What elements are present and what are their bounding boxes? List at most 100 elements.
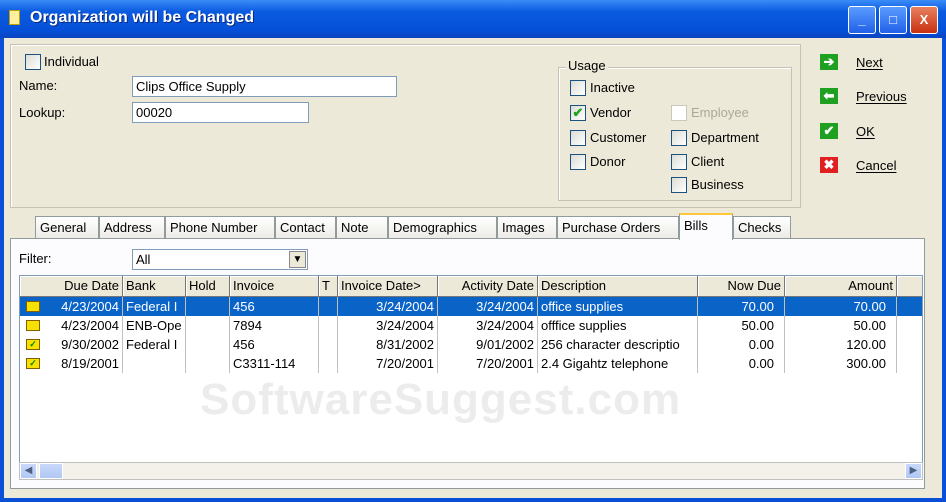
cell-amount: 70.00: [785, 297, 897, 316]
column-header-bank[interactable]: Bank: [123, 276, 186, 297]
column-header-invoice[interactable]: Invoice: [230, 276, 319, 297]
tab-address[interactable]: Address: [99, 216, 165, 238]
column-header-filler: [897, 276, 922, 297]
client-label: Client: [691, 154, 725, 169]
previous-button[interactable]: ⬅ Previous: [818, 87, 928, 109]
cell-text: 3/24/2004: [376, 318, 434, 333]
cell-act-date: 3/24/2004: [438, 316, 538, 335]
tab-contact[interactable]: Contact: [275, 216, 336, 238]
maximize-button[interactable]: □: [879, 6, 907, 34]
column-header-amount[interactable]: Amount: [785, 276, 897, 297]
cell-desc: office supplies: [538, 297, 698, 316]
column-header-t[interactable]: T: [319, 276, 338, 297]
tab-purchase-orders[interactable]: Purchase Orders: [557, 216, 679, 238]
tab-note[interactable]: Note: [336, 216, 388, 238]
column-header-due[interactable]: Due Date: [20, 276, 123, 297]
table-row[interactable]: 4/23/2004 ENB-Ope 7894 3/24/2004 3/24/2004 of…: [20, 316, 922, 335]
previous-icon: ⬅: [820, 88, 838, 104]
cell-text: 3/24/2004: [476, 318, 534, 333]
donor-checkbox[interactable]: [570, 154, 586, 170]
cell-text: 70.00: [853, 299, 886, 314]
folder-icon: [26, 320, 40, 331]
cell-act-date: 7/20/2001: [438, 354, 538, 373]
cell-hold: [186, 335, 230, 354]
name-input[interactable]: [132, 76, 397, 97]
cell-hold: [186, 354, 230, 373]
scroll-right-button[interactable]: ▶: [905, 463, 922, 479]
column-header-hold[interactable]: Hold: [186, 276, 230, 297]
cell-inv-date: 3/24/2004: [338, 316, 438, 335]
cell-text: 50.00: [853, 318, 886, 333]
cell-amount: 50.00: [785, 316, 897, 335]
cell-now-due: 0.00: [698, 335, 785, 354]
horizontal-scrollbar[interactable]: ◀ ▶: [19, 462, 923, 480]
filter-select[interactable]: All ▼: [132, 249, 308, 270]
inactive-label: Inactive: [590, 80, 635, 95]
vendor-checkbox[interactable]: ✔: [570, 105, 586, 121]
column-header-inv-date[interactable]: Invoice Date>: [338, 276, 438, 297]
cell-text: 7/20/2001: [376, 356, 434, 371]
vendor-label: Vendor: [590, 105, 632, 120]
column-header-now-due[interactable]: Now Due: [698, 276, 785, 297]
next-icon: ➔: [820, 54, 838, 70]
cell-text: 0.00: [748, 337, 774, 352]
cell-text: 7894: [233, 318, 262, 333]
cell-text: 8/19/2001: [61, 356, 119, 371]
tab-demographics[interactable]: Demographics: [388, 216, 497, 238]
table-row[interactable]: ✓ 9/30/2002 Federal I 456 8/31/2002 9/01/2002…: [20, 335, 922, 354]
lookup-input[interactable]: [132, 102, 309, 123]
business-checkbox[interactable]: [671, 177, 687, 193]
title-bar[interactable]: Organization will be Changed _ □ X: [0, 0, 946, 38]
next-label: Next: [856, 55, 883, 70]
cell-now-due: 70.00: [698, 297, 785, 316]
tab-bills[interactable]: Bills: [679, 213, 733, 240]
scroll-thumb[interactable]: [39, 463, 63, 479]
cell-text: office supplies: [541, 299, 624, 314]
cell-desc: offfice supplies: [538, 316, 698, 335]
cell-text: 8/31/2002: [376, 337, 434, 352]
table-row[interactable]: ✓ 8/19/2001 C3311-114 7/20/2001 7/20/2001 2.4…: [20, 354, 922, 373]
bills-table: Due Date Bank Hold Invoice T Invoice Date> Act…: [19, 275, 923, 463]
cancel-button[interactable]: ✖ Cancel: [818, 156, 928, 178]
tab-phone-number[interactable]: Phone Number: [165, 216, 275, 238]
cell-desc: 256 character descriptio: [538, 335, 698, 354]
cell-hold: [186, 316, 230, 335]
cell-text: ENB-Ope: [126, 318, 182, 333]
customer-label: Customer: [590, 130, 647, 145]
usage-title: Usage: [566, 58, 608, 73]
employee-label: Employee: [691, 105, 749, 120]
tab-checks[interactable]: Checks: [733, 216, 791, 238]
window-title: Organization will be Changed: [30, 9, 255, 26]
cell-text: 3/24/2004: [476, 299, 534, 314]
inactive-checkbox[interactable]: [570, 80, 586, 96]
department-checkbox[interactable]: [671, 130, 687, 146]
column-header-desc[interactable]: Description: [538, 276, 698, 297]
column-header-act-date[interactable]: Activity Date: [438, 276, 538, 297]
close-button[interactable]: X: [910, 6, 938, 34]
filter-label: Filter:: [19, 251, 52, 266]
cell-inv-date: 3/24/2004: [338, 297, 438, 316]
cell-due: ✓ 8/19/2001: [20, 354, 123, 373]
paid-folder-icon: ✓: [26, 358, 40, 369]
cell-text: 7/20/2001: [476, 356, 534, 371]
cell-invoice: 456: [230, 297, 319, 316]
cell-text: 4/23/2004: [61, 318, 119, 333]
next-button[interactable]: ➔ Next: [818, 53, 928, 75]
individual-checkbox[interactable]: [25, 54, 41, 70]
chevron-down-icon[interactable]: ▼: [289, 251, 306, 268]
cell-text: 0.00: [748, 356, 774, 371]
tab-images[interactable]: Images: [497, 216, 557, 238]
client-checkbox[interactable]: [671, 154, 687, 170]
tab-general[interactable]: General: [35, 216, 99, 238]
individual-label: Individual: [44, 54, 99, 69]
table-row[interactable]: 4/23/2004 Federal I 456 3/24/2004 3/24/2004 o…: [20, 297, 922, 316]
scroll-left-button[interactable]: ◀: [20, 463, 37, 479]
watermark: SoftwareSuggest.com: [200, 375, 682, 424]
cell-invoice: 456: [230, 335, 319, 354]
cell-bank: [123, 354, 186, 373]
cell-text: 456: [233, 299, 255, 314]
customer-checkbox[interactable]: [570, 130, 586, 146]
filter-value: All: [136, 252, 151, 267]
minimize-button[interactable]: _: [848, 6, 876, 34]
ok-button[interactable]: ✔ OK: [818, 122, 928, 144]
